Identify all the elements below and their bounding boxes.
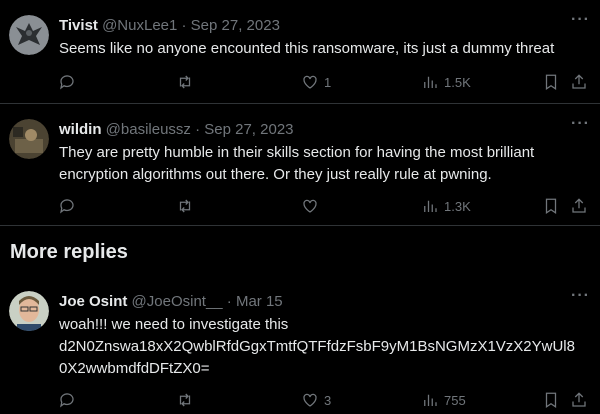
more-options-icon[interactable]: ··· — [571, 11, 590, 29]
views-button[interactable]: 1.3K — [421, 196, 471, 216]
tweet-header: Joe Osint @JoeOsint__ · Mar 15 — [59, 293, 283, 310]
share-button[interactable] — [570, 390, 588, 410]
display-name[interactable]: wildin — [59, 121, 102, 138]
like-icon — [303, 393, 317, 407]
view-count: 1.5K — [444, 74, 471, 90]
share-icon — [572, 74, 586, 89]
like-count: 1 — [324, 74, 332, 90]
tweet-header: Tivist @NuxLee1 · Sep 27, 2023 — [59, 17, 280, 34]
views-button[interactable]: 755 — [421, 390, 466, 410]
handle-and-date: @basileussz · Sep 27, 2023 — [105, 121, 294, 138]
bookmark-button[interactable] — [542, 196, 560, 216]
avatar[interactable] — [9, 15, 49, 55]
tweet-text: Seems like no anyone encounted this rans… — [59, 40, 555, 57]
tweet-text-line: 0X2wwbmdfdDFtZX0= — [59, 360, 210, 377]
handle-and-date: @NuxLee1 · Sep 27, 2023 — [102, 17, 280, 34]
like-button[interactable] — [301, 196, 319, 216]
tweet-text: They are pretty humble in their skills s… — [59, 144, 535, 183]
retweet-button[interactable] — [176, 390, 194, 410]
avatar[interactable] — [9, 291, 49, 331]
bookmark-button[interactable] — [542, 390, 560, 410]
tweet-actions: 1 1.5K — [56, 72, 596, 92]
share-icon — [572, 392, 586, 407]
bookmark-icon — [545, 198, 557, 214]
views-icon — [424, 200, 437, 212]
views-icon — [424, 76, 437, 88]
reply-button[interactable] — [58, 72, 76, 92]
bookmark-button[interactable] — [542, 72, 560, 92]
like-count: 3 — [324, 392, 332, 408]
tweet[interactable]: Tivist @NuxLee1 · Sep 27, 2023 ··· Seems… — [0, 0, 600, 104]
retweet-button[interactable] — [176, 72, 194, 92]
reply-icon — [60, 199, 74, 214]
more-options-icon[interactable]: ··· — [571, 287, 590, 305]
bookmark-icon — [545, 392, 557, 408]
reply-icon — [60, 393, 74, 408]
tweet-text-line: woah!!! we need to investigate this — [59, 316, 289, 333]
tweet-text: woah!!! we need to investigate this d2N0… — [59, 314, 590, 380]
like-button[interactable]: 1 — [301, 72, 331, 92]
reply-button[interactable] — [58, 196, 76, 216]
more-options-icon[interactable]: ··· — [571, 115, 590, 133]
view-count: 755 — [444, 392, 466, 408]
like-button[interactable]: 3 — [301, 390, 331, 410]
like-icon — [303, 75, 317, 89]
tweet-actions: 1.3K — [56, 196, 596, 216]
retweet-icon — [179, 75, 191, 89]
reply-icon — [60, 75, 74, 90]
share-button[interactable] — [570, 196, 588, 216]
more-replies-heading: More replies — [10, 241, 128, 263]
retweet-icon — [179, 393, 191, 407]
display-name[interactable]: Joe Osint — [59, 293, 127, 310]
views-icon — [424, 394, 437, 406]
reply-button[interactable] — [58, 390, 76, 410]
retweet-button[interactable] — [176, 196, 194, 216]
share-icon — [572, 198, 586, 213]
display-name[interactable]: Tivist — [59, 17, 98, 34]
avatar[interactable] — [9, 119, 49, 159]
tweet-actions: 3 755 — [56, 390, 596, 410]
retweet-icon — [179, 199, 191, 213]
tweet-header: wildin @basileussz · Sep 27, 2023 — [59, 121, 294, 138]
handle-and-date: @JoeOsint__ · Mar 15 — [131, 293, 283, 310]
bookmark-icon — [545, 74, 557, 90]
views-button[interactable]: 1.5K — [421, 72, 471, 92]
tweet-text-line: d2N0Znswa18xX2QwblRfdGgxTmtfQTFfdzFsbF9y… — [59, 338, 575, 355]
view-count: 1.3K — [444, 198, 471, 214]
share-button[interactable] — [570, 72, 588, 92]
tweet[interactable]: Joe Osint @JoeOsint__ · Mar 15 ··· woah!… — [0, 280, 600, 414]
tweet[interactable]: wildin @basileussz · Sep 27, 2023 ··· Th… — [0, 104, 600, 226]
like-icon — [303, 199, 317, 213]
